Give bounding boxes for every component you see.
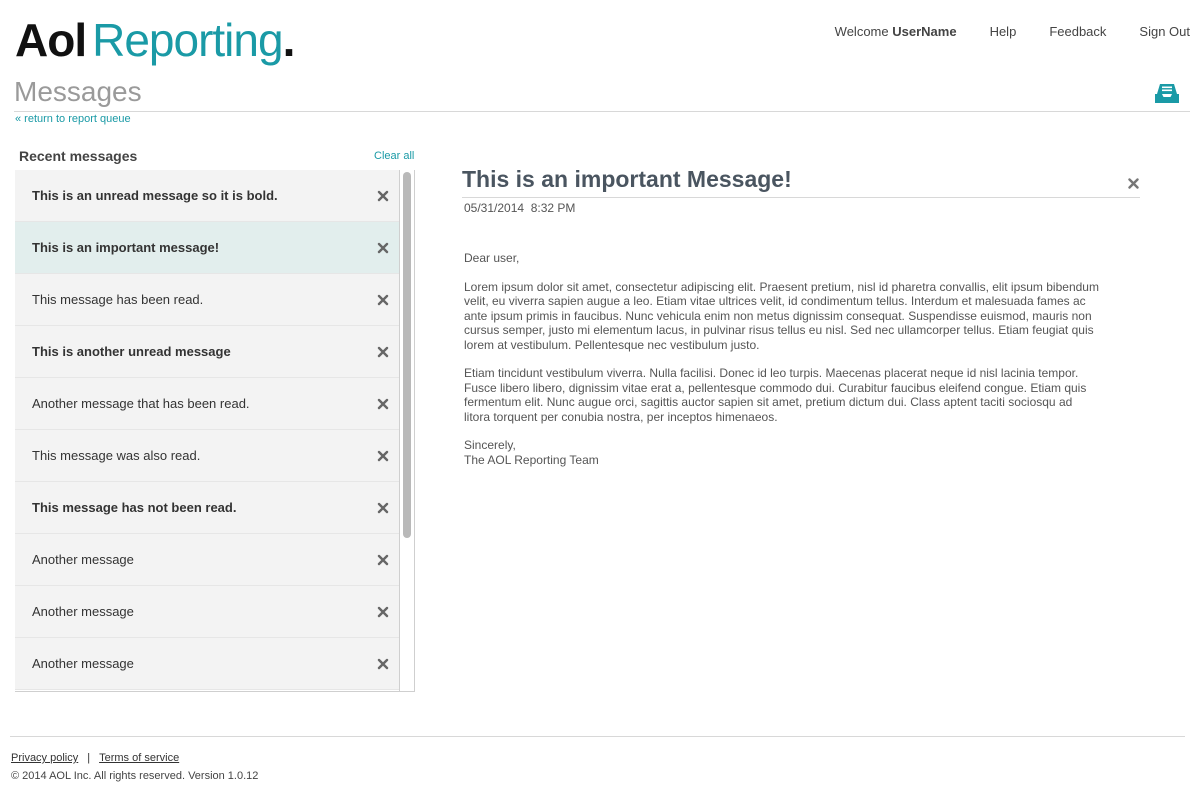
delete-message-icon[interactable] — [377, 450, 389, 462]
recent-messages-heading: Recent messages — [19, 148, 138, 164]
footer-divider — [10, 736, 1185, 737]
message-list-item[interactable]: Another message — [15, 534, 399, 586]
scrollbar-thumb[interactable] — [403, 172, 411, 538]
sign-out-link[interactable]: Sign Out — [1139, 24, 1190, 39]
message-list-item-text: This is another unread message — [32, 344, 231, 359]
copyright-text: © 2014 AOL Inc. All rights reserved. Ver… — [11, 770, 259, 782]
delete-message-icon[interactable] — [377, 606, 389, 618]
welcome-text: Welcome UserName — [835, 24, 957, 39]
message-date: 05/31/2014 8:32 PM — [464, 201, 576, 215]
footer-separator: | — [87, 752, 91, 764]
terms-of-service-link[interactable]: Terms of service — [99, 752, 179, 764]
message-title: This is an important Message! — [462, 166, 792, 192]
message-list-panel: This is an unread message so it is bold.… — [15, 170, 415, 692]
message-list-item[interactable]: This message has been read. — [15, 274, 399, 326]
message-list-scrollbar[interactable] — [399, 170, 414, 691]
message-list-item-text: Another message — [32, 552, 134, 567]
message-list-item-text: This message has been read. — [32, 292, 204, 307]
return-to-report-queue-link[interactable]: « return to report queue — [15, 113, 131, 125]
delete-message-icon[interactable] — [377, 294, 389, 306]
message-list-item-text: This message has not been read. — [32, 500, 237, 515]
message-list-item[interactable]: Another message — [15, 586, 399, 638]
message-list-item[interactable]: Another message that has been read. — [15, 378, 399, 430]
logo-reporting: Reporting — [92, 14, 283, 66]
message-closing: Sincerely, — [464, 438, 516, 452]
delete-message-icon[interactable] — [377, 502, 389, 514]
top-nav: Welcome UserName Help Feedback Sign Out — [835, 24, 1190, 39]
message-list-item-text: This is an unread message so it is bold. — [32, 188, 278, 203]
message-list-item[interactable]: This is an important message! — [15, 222, 399, 274]
delete-message-icon[interactable] — [377, 242, 389, 254]
message-list-item[interactable]: This is another unread message — [15, 326, 399, 378]
message-signature: The AOL Reporting Team — [464, 452, 599, 467]
app-logo[interactable]: Aol Reporting. — [15, 14, 296, 66]
welcome-prefix: Welcome — [834, 24, 893, 39]
clear-all-link[interactable]: Clear all — [374, 150, 414, 162]
message-list-item-text: This is an important message! — [32, 240, 220, 255]
delete-message-icon[interactable] — [377, 658, 389, 670]
delete-message-icon[interactable] — [377, 398, 389, 410]
username: UserName — [892, 24, 957, 39]
message-list-item[interactable]: This message was also read. — [15, 430, 399, 482]
feedback-link[interactable]: Feedback — [1049, 24, 1106, 39]
page-title: Messages — [14, 76, 142, 107]
delete-message-icon[interactable] — [377, 346, 389, 358]
close-message-icon[interactable] — [1128, 178, 1139, 189]
help-link[interactable]: Help — [990, 24, 1017, 39]
delete-message-icon[interactable] — [377, 190, 389, 202]
message-list-item-text: Another message — [32, 604, 134, 619]
message-list-item[interactable]: Another message — [15, 638, 399, 690]
message-greeting: Dear user, — [464, 251, 520, 265]
message-list-item[interactable]: This message has not been read. — [15, 482, 399, 534]
message-list-item-text: Another message that has been read. — [32, 396, 250, 411]
logo-dot: . — [282, 14, 296, 66]
message-list-item-text: This message was also read. — [32, 448, 201, 463]
footer-links: Privacy policy | Terms of service — [11, 752, 179, 764]
message-body: Dear user, Lorem ipsum dolor sit amet, c… — [464, 251, 1100, 467]
delete-message-icon[interactable] — [377, 554, 389, 566]
message-title-divider — [462, 197, 1140, 198]
logo-aol: Aol — [15, 14, 87, 66]
message-list-item[interactable]: This is an unread message so it is bold. — [15, 170, 399, 222]
message-list-item-text: Another message — [32, 656, 134, 671]
inbox-icon[interactable] — [1154, 82, 1180, 104]
title-divider — [14, 111, 1190, 112]
message-list: This is an unread message so it is bold.… — [15, 170, 399, 690]
message-paragraph-1: Lorem ipsum dolor sit amet, consectetur … — [464, 279, 1099, 352]
message-paragraph-2: Etiam tincidunt vestibulum viverra. Null… — [464, 366, 1087, 424]
privacy-policy-link[interactable]: Privacy policy — [11, 752, 78, 764]
